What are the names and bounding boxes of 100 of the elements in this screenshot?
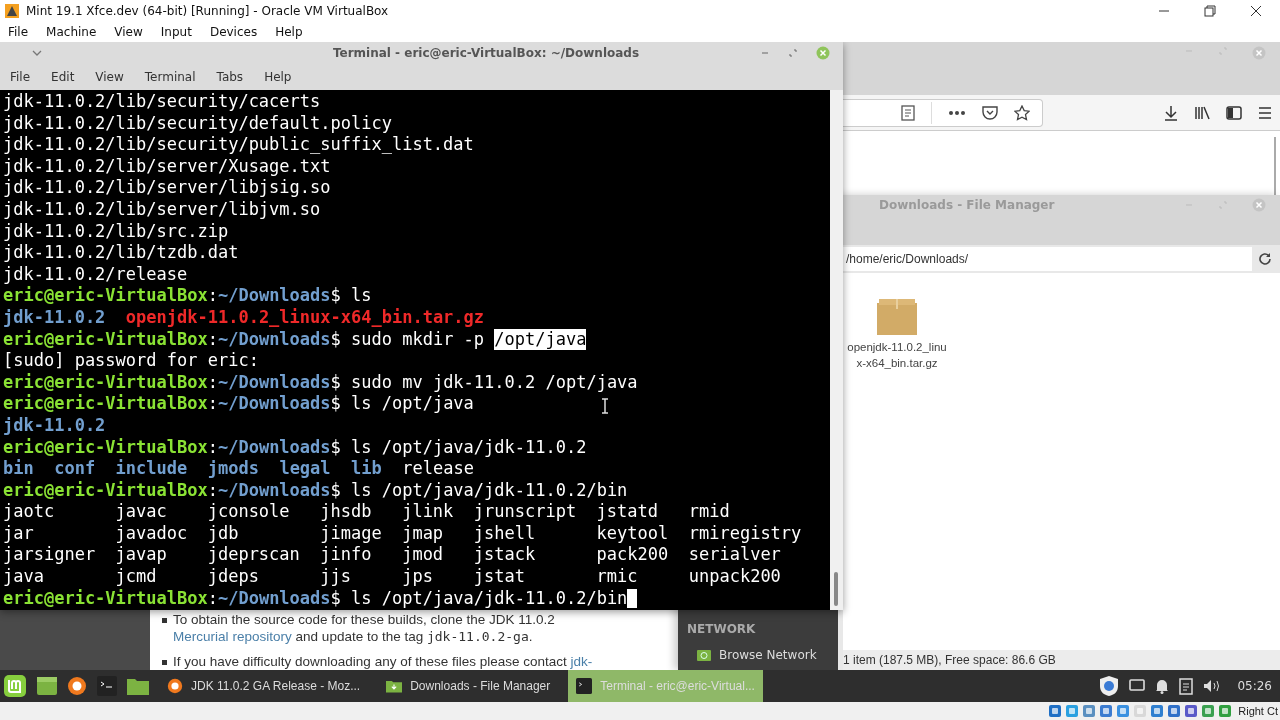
status-indicator-icon[interactable] xyxy=(1099,704,1114,718)
network-folder-icon[interactable] xyxy=(697,649,711,661)
archive-name: openjdk-11.0.2_linux-x64_bin.tar.gz xyxy=(124,306,485,329)
status-indicator-icon[interactable] xyxy=(1184,704,1199,718)
terminal-text: : xyxy=(207,371,218,394)
menu-item[interactable]: Devices xyxy=(209,24,258,39)
download-icon[interactable] xyxy=(1164,104,1178,121)
menu-item[interactable]: Help xyxy=(275,24,303,39)
terminal-text: $ ls /opt/java/jdk-11.0.2/bin xyxy=(330,479,628,502)
sidebar-icon[interactable] xyxy=(1226,105,1242,120)
status-indicator-icon[interactable] xyxy=(1116,704,1131,718)
shield-icon[interactable] xyxy=(1099,675,1120,697)
library-icon[interactable] xyxy=(1194,105,1210,120)
terminal-icon xyxy=(576,678,593,694)
menu-item[interactable]: Edit xyxy=(51,70,75,84)
reload-icon[interactable] xyxy=(1258,252,1272,266)
sidebar-item[interactable]: Browse Network xyxy=(719,648,817,662)
status-indicator-icon[interactable] xyxy=(1218,704,1233,718)
taskbar-button[interactable]: Downloads - File Manager xyxy=(378,670,559,702)
terminal-icon[interactable] xyxy=(97,676,117,696)
window-title: Downloads - File Manager xyxy=(879,198,1055,212)
menu-item[interactable]: Tabs xyxy=(216,70,244,84)
selected-text: /opt/java xyxy=(494,328,587,351)
terminal-text: jdk-11.0.2/lib/tzdb.dat xyxy=(3,242,239,264)
directory-name: conf xyxy=(53,458,96,480)
menu-icon[interactable] xyxy=(1258,106,1272,119)
close-icon[interactable] xyxy=(1250,4,1262,17)
taskbar-button[interactable]: JDK 11.0.2 GA Release - Moz... xyxy=(159,670,369,702)
terminal-text: jaotc javac jconsole jhsdb jlink jrunscript jstatd rmid xyxy=(3,501,730,523)
menu-item[interactable]: File xyxy=(8,24,29,39)
status-indicator-icon[interactable] xyxy=(1048,704,1063,718)
folder-icon[interactable] xyxy=(127,677,149,695)
menu-item[interactable]: Terminal xyxy=(144,70,196,84)
bell-icon[interactable] xyxy=(1155,678,1170,694)
terminal-text: : xyxy=(207,436,218,459)
terminal-text: : xyxy=(207,479,218,502)
prompt-path: ~/Downloads xyxy=(217,371,331,394)
star-icon[interactable] xyxy=(1014,104,1030,121)
terminal-text: jarsigner javap jdeprscan jinfo jmod jstack pack200 serialver xyxy=(3,544,781,567)
chevron-icon[interactable] xyxy=(32,50,42,56)
prompt-user: eric@eric-VirtualBox xyxy=(3,393,208,415)
file-item[interactable]: openjdk-11.0.2_linux-x64_bin.tar.gz xyxy=(843,299,951,371)
prompt-path: ~/Downloads xyxy=(217,587,331,610)
bullet-text: To obtain the source code for these builds, clone the JDK 11.0.2 Mercurial repository and update to the tag jdk-11.0.2-ga. xyxy=(173,611,556,645)
prompt-path: ~/Downloads xyxy=(217,393,331,415)
terminal-text: $ ls xyxy=(330,285,372,307)
firefox-icon[interactable] xyxy=(67,676,87,696)
display-icon[interactable] xyxy=(1129,679,1146,693)
firefox-icon xyxy=(167,678,183,694)
status-indicator-icon[interactable] xyxy=(1150,704,1165,718)
terminal-text: $ ls /opt/java/jdk-11.0.2 xyxy=(330,436,587,459)
restore-icon[interactable] xyxy=(1204,4,1216,17)
prompt-path: ~/Downloads xyxy=(217,479,331,502)
link[interactable]: Mercurial xyxy=(173,629,229,644)
terminal-text: jdk-11.0.2/lib/server/libjsig.so xyxy=(3,177,331,199)
link[interactable]: jdk- xyxy=(570,654,593,669)
scrollbar[interactable] xyxy=(830,90,843,610)
status-indicator-icon[interactable] xyxy=(1167,704,1182,718)
clock[interactable]: 05:26 xyxy=(1237,679,1272,693)
directory-name: include xyxy=(114,458,188,480)
prompt-path: ~/Downloads xyxy=(217,285,331,307)
url-field[interactable] xyxy=(843,98,1043,127)
pocket-icon[interactable] xyxy=(982,105,998,120)
menu-item[interactable]: View xyxy=(95,70,124,84)
terminal-text: : xyxy=(207,393,218,415)
status-indicator-icon[interactable] xyxy=(1065,704,1080,718)
directory-name: jdk-11.0.2 xyxy=(3,414,106,437)
terminal-text: : xyxy=(207,285,218,307)
menu-item[interactable]: Help xyxy=(264,70,292,84)
more-icon[interactable] xyxy=(948,109,966,116)
host-key-label: Right Ct xyxy=(1238,705,1278,717)
directory-name: lib xyxy=(350,458,382,480)
terminal-text: jdk-11.0.2/release xyxy=(3,263,188,286)
directory-name: legal xyxy=(278,458,331,480)
location-field[interactable]: /home/eric/Downloads/ xyxy=(843,247,1252,271)
window-title: Terminal - eric@eric-VirtualBox: ~/Downloads xyxy=(332,46,640,60)
menu-item[interactable]: Machine xyxy=(46,24,97,39)
mint-logo-icon[interactable] xyxy=(3,674,27,698)
status-indicator-icon[interactable] xyxy=(1082,704,1097,718)
prompt-user: eric@eric-VirtualBox xyxy=(3,587,208,610)
menu-item[interactable]: File xyxy=(10,70,31,84)
status-indicator-icon[interactable] xyxy=(1201,704,1216,718)
terminal-text: jdk-11.0.2/lib/security/cacerts xyxy=(3,91,321,113)
prompt-user: eric@eric-VirtualBox xyxy=(3,479,208,502)
menu-item[interactable]: Input xyxy=(160,24,192,39)
terminal-text: java jcmd jdeps jjs jps jstat rmic unpack200 xyxy=(3,566,781,588)
speaker-icon[interactable] xyxy=(1203,679,1222,693)
terminal-text: $ sudo mkdir -p xyxy=(330,328,486,351)
clipboard-icon[interactable] xyxy=(1179,677,1194,695)
terminal-text: jdk-11.0.2/lib/server/libjvm.so xyxy=(3,198,321,221)
directory-name: jmods xyxy=(206,458,259,480)
directory-name: jdk-11.0.2 xyxy=(3,306,106,329)
reader-view-icon[interactable] xyxy=(901,104,915,121)
prompt-path: ~/Downloads xyxy=(217,436,331,459)
terminal-text: : xyxy=(207,587,218,610)
prompt-path: ~/Downloads xyxy=(217,328,331,351)
menu-item[interactable]: View xyxy=(114,24,143,39)
terminal-text: jdk-11.0.2/lib/src.zip xyxy=(3,220,229,243)
package-icon xyxy=(877,299,917,335)
link[interactable]: repository xyxy=(232,629,292,644)
